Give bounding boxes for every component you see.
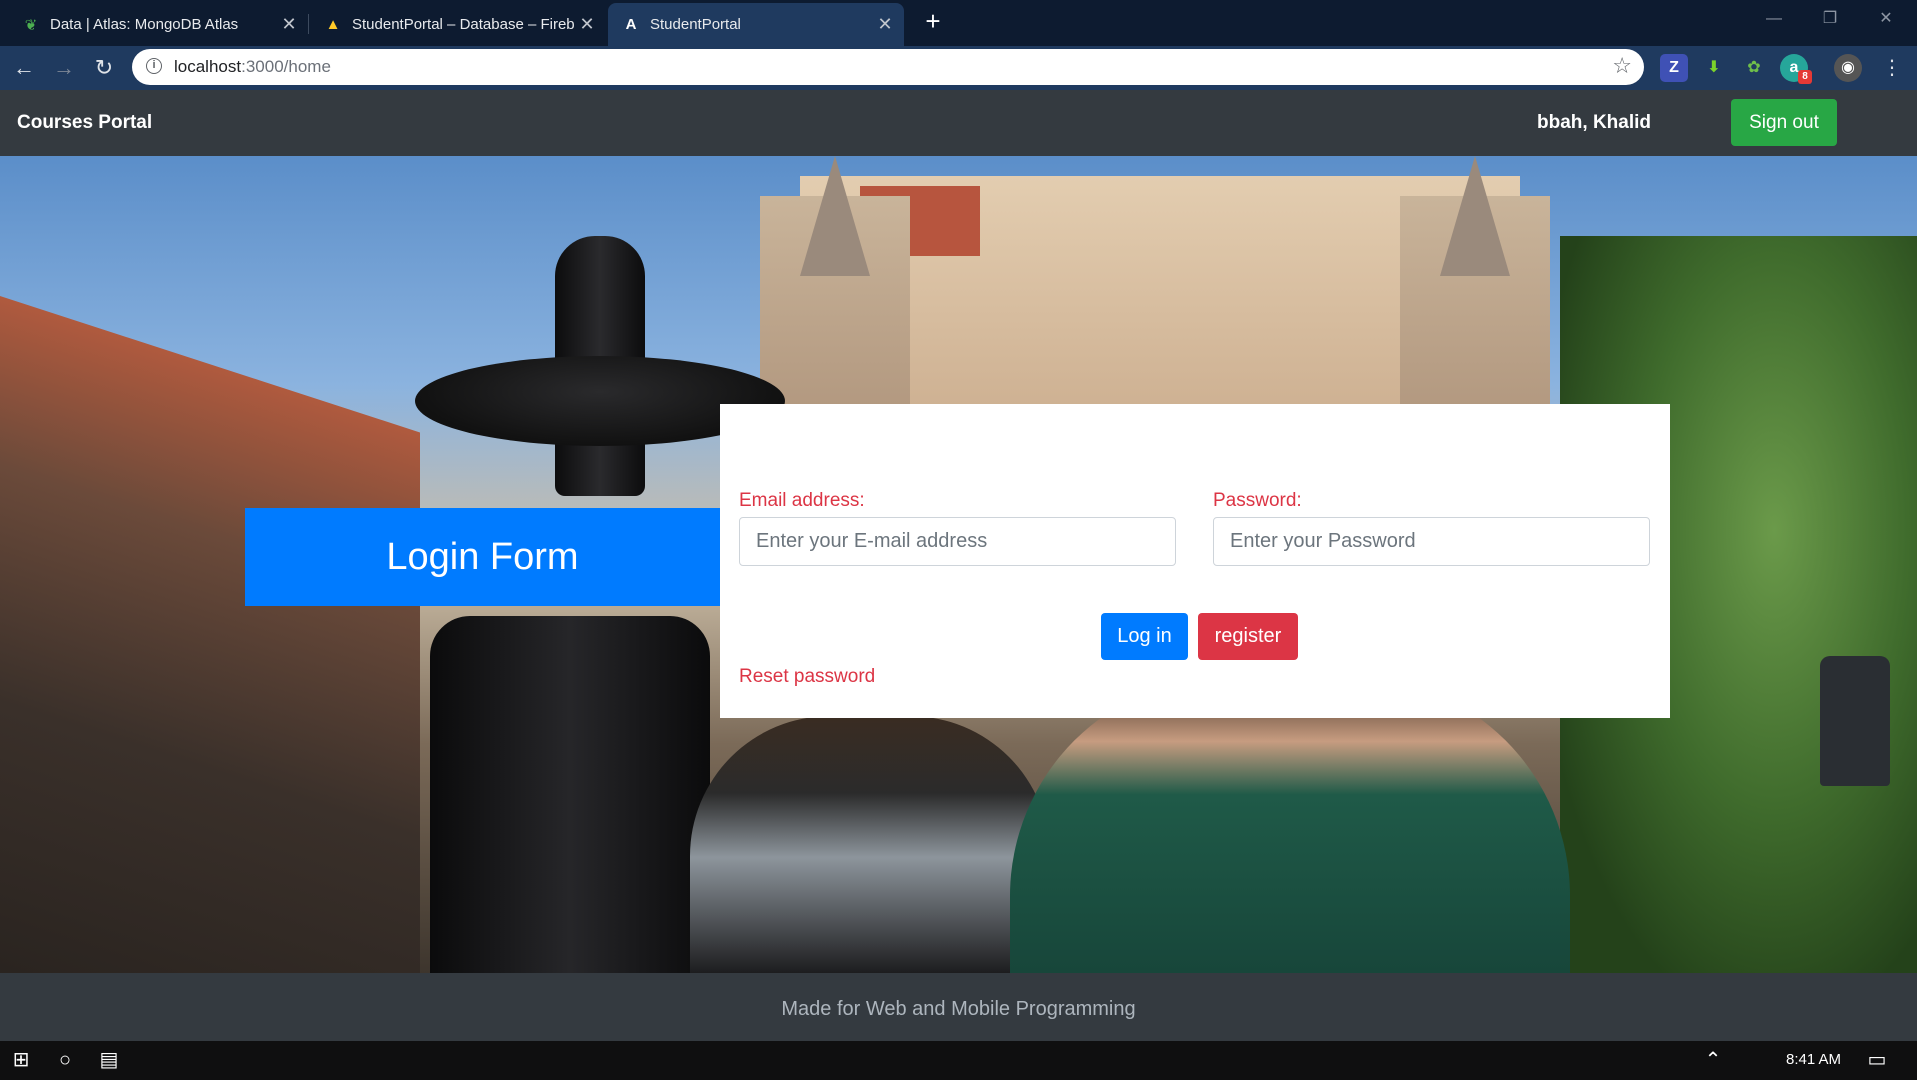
- password-input[interactable]: [1213, 517, 1650, 566]
- tab-firebase[interactable]: ▲ StudentPortal – Database – Fireb ✕: [310, 3, 606, 46]
- profile-avatar[interactable]: ◉: [1834, 54, 1862, 82]
- browser-menu-icon[interactable]: ⋮: [1876, 52, 1908, 84]
- browser-toolbar: ← → ↻ i localhost:3000/home ☆ Z ⬇ ✿ a8 ◉…: [0, 46, 1917, 90]
- reset-password-link[interactable]: Reset password: [739, 666, 875, 688]
- firebase-icon: ▲: [325, 16, 341, 33]
- tab-title: StudentPortal – Database – Fireb: [352, 16, 575, 33]
- log-in-button[interactable]: Log in: [1101, 613, 1188, 660]
- street-lamp: [1820, 656, 1890, 786]
- search-circle-icon[interactable]: ○: [52, 1047, 78, 1073]
- extension-badge: 8: [1798, 70, 1812, 84]
- email-label: Email address:: [739, 490, 865, 511]
- url-text[interactable]: localhost:3000/home: [174, 57, 331, 77]
- email-input[interactable]: [739, 517, 1176, 566]
- new-tab-button[interactable]: +: [918, 6, 948, 36]
- zotero-extension-icon[interactable]: Z: [1660, 54, 1688, 82]
- forward-icon[interactable]: →: [48, 52, 80, 84]
- grammar-extension-icon[interactable]: ✿: [1740, 54, 1768, 82]
- window-close-icon[interactable]: ✕: [1858, 0, 1914, 40]
- angular-icon: A: [625, 16, 637, 33]
- site-info-icon[interactable]: i: [146, 58, 162, 74]
- background-building-left: [0, 296, 420, 973]
- download-extension-icon[interactable]: ⬇: [1700, 54, 1728, 82]
- tab-separator: [308, 14, 309, 34]
- tab-studentportal[interactable]: A StudentPortal ✕: [608, 3, 904, 46]
- tab-mongodb-atlas[interactable]: ❦ Data | Atlas: MongoDB Atlas ✕: [8, 3, 308, 46]
- chevron-up-icon[interactable]: ⌃: [1700, 1047, 1726, 1073]
- os-taskbar: ⊞ ○ ▤ ⌃ 8:41 AM ▭: [0, 1041, 1917, 1080]
- login-form-card: Email address: Password: Log in register…: [720, 404, 1670, 718]
- fountain-base: [430, 616, 710, 973]
- close-icon[interactable]: ✕: [874, 14, 896, 35]
- close-icon[interactable]: ✕: [278, 14, 300, 35]
- browser-tab-strip: ❦ Data | Atlas: MongoDB Atlas ✕ ▲ Studen…: [0, 0, 1917, 46]
- clock[interactable]: 8:41 AM: [1786, 1051, 1841, 1068]
- restore-icon[interactable]: ❐: [1802, 0, 1858, 40]
- user-name: bbah, Khalid: [1537, 112, 1651, 133]
- password-label: Password:: [1213, 490, 1302, 511]
- reload-icon[interactable]: ↻: [88, 52, 120, 84]
- back-icon[interactable]: ←: [8, 52, 40, 84]
- address-bar[interactable]: i localhost:3000/home ☆: [132, 49, 1644, 85]
- close-icon[interactable]: ✕: [576, 14, 598, 35]
- register-button[interactable]: register: [1198, 613, 1298, 660]
- tab-title: Data | Atlas: MongoDB Atlas: [50, 16, 239, 33]
- footer-text: Made for Web and Mobile Programming: [781, 998, 1136, 1020]
- hero-background: Login Form Email address: Password: Log …: [0, 156, 1917, 973]
- photo-person: [1010, 676, 1570, 973]
- windows-start-icon[interactable]: ⊞: [8, 1047, 34, 1073]
- photo-person: [690, 716, 1050, 973]
- mongodb-leaf-icon: ❦: [24, 16, 38, 34]
- task-view-icon[interactable]: ▤: [96, 1047, 122, 1073]
- page-footer: Made for Web and Mobile Programming: [0, 973, 1917, 1041]
- brand-link[interactable]: Courses Portal: [17, 112, 152, 134]
- app-navbar: Courses Portal bbah, Khalid Sign out: [0, 90, 1917, 156]
- tab-title: StudentPortal: [650, 16, 741, 33]
- tracker-extension-icon[interactable]: a8: [1780, 54, 1812, 84]
- sign-out-button[interactable]: Sign out: [1731, 99, 1837, 146]
- bookmark-star-icon[interactable]: ☆: [1612, 53, 1632, 79]
- minimize-icon[interactable]: —: [1746, 0, 1802, 40]
- notification-icon[interactable]: ▭: [1864, 1047, 1890, 1073]
- login-form-title: Login Form: [245, 508, 720, 606]
